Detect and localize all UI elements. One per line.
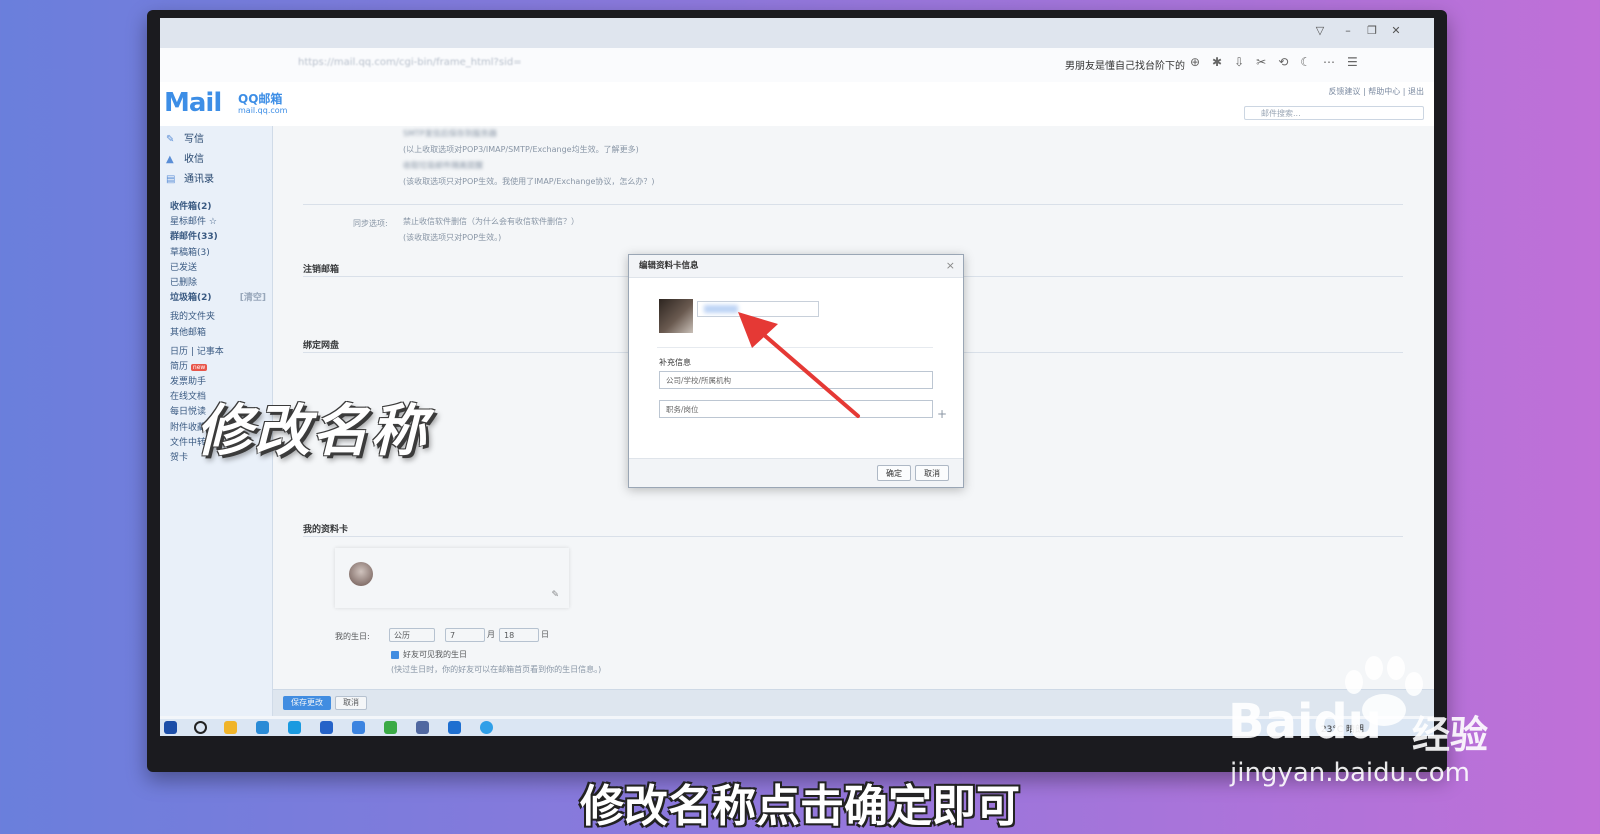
folder-icon[interactable] — [224, 721, 237, 734]
confirm-button[interactable]: 确定 — [877, 465, 911, 481]
minimize-icon[interactable]: – — [1340, 24, 1356, 38]
link-calendar[interactable]: 日历 | 记事本 — [170, 345, 270, 360]
sidebar-item-write[interactable]: ✎ 写信 — [166, 130, 266, 150]
search-hint[interactable]: 男朋友是懂自己找台阶下的 — [1065, 57, 1185, 72]
mail-search-input[interactable]: 邮件搜索... — [1244, 106, 1424, 120]
mail-header: Mail QQ邮箱 mail.qq.com 反馈建议 | 帮助中心 | 退出 邮… — [160, 82, 1434, 128]
browser-titlebar: ▽ – ❐ ✕ — [160, 18, 1434, 48]
dialog-cancel-button[interactable]: 取消 — [915, 465, 949, 481]
folder-other[interactable]: 其他邮箱 — [170, 326, 270, 341]
folder-starred[interactable]: 星标邮件 ☆ — [170, 215, 270, 230]
edge-icon[interactable] — [288, 721, 301, 734]
app-icon[interactable] — [448, 721, 461, 734]
folder-deleted[interactable]: 已删除 — [170, 276, 270, 291]
folder-drafts[interactable]: 草稿箱(3) — [170, 246, 270, 261]
pin-icon[interactable]: ▽ — [1312, 24, 1328, 38]
header-links[interactable]: 反馈建议 | 帮助中心 | 退出 — [1328, 86, 1424, 97]
inbox-icon: ▲ — [166, 154, 174, 165]
toolbar-icons[interactable]: ⊕✱⇩✂⟲☾⋯☰ — [1190, 55, 1370, 69]
sidebar-actions: ✎ 写信 ▲ 收信 ▤ 通讯录 — [166, 130, 266, 194]
dialog-footer: 确定 取消 — [629, 458, 963, 487]
watermark-url: jingyan.baidu.com — [1230, 758, 1470, 788]
contacts-icon: ▤ — [166, 174, 176, 185]
close-window-icon[interactable]: ✕ — [1388, 24, 1404, 38]
baidu-logo: Baidu — [1228, 694, 1382, 750]
mail-logo[interactable]: Mail — [164, 88, 222, 118]
extra-info-label: 补充信息 — [659, 358, 691, 367]
sidebar-item-receive[interactable]: ▲ 收信 — [166, 150, 266, 170]
logo-domain: mail.qq.com — [238, 106, 288, 115]
pen-icon: ✎ — [166, 134, 175, 145]
folder-group[interactable]: 群邮件(33) — [170, 230, 270, 245]
folder-spam[interactable]: 垃圾箱(2) [清空] — [170, 291, 270, 306]
dialog-header: 编辑资料卡信息 × — [629, 255, 963, 278]
app-icon[interactable] — [352, 721, 365, 734]
red-arrow-annotation — [738, 312, 860, 418]
dialog-avatar[interactable] — [659, 299, 693, 333]
address-bar[interactable]: https://mail.qq.com/cgi-bin/frame_html?s… — [160, 48, 1434, 83]
qq-icon[interactable] — [480, 721, 493, 734]
windows-start-icon[interactable] — [164, 721, 177, 734]
link-resume[interactable]: 简历 new — [170, 360, 270, 375]
app-icon[interactable] — [320, 721, 333, 734]
baidu-jingyan: 经验 — [1412, 713, 1489, 757]
search-icon[interactable] — [194, 721, 207, 734]
restore-icon[interactable]: ❐ — [1364, 24, 1380, 38]
folder-sent[interactable]: 已发送 — [170, 261, 270, 276]
folder-inbox[interactable]: 收件箱(2) — [170, 200, 270, 215]
folder-mine[interactable]: 我的文件夹 — [170, 310, 270, 325]
empty-spam-link[interactable]: [清空] — [240, 291, 266, 306]
close-icon[interactable]: × — [946, 255, 955, 277]
logo-text: QQ邮箱 — [238, 92, 283, 106]
url-text[interactable]: https://mail.qq.com/cgi-bin/frame_html?s… — [298, 57, 522, 68]
overlay-title: 修改名称 — [196, 399, 428, 464]
new-badge: new — [190, 363, 208, 371]
app-icon[interactable] — [256, 721, 269, 734]
app-icon[interactable] — [416, 721, 429, 734]
wechat-icon[interactable] — [384, 721, 397, 734]
dialog-title: 编辑资料卡信息 — [639, 261, 699, 271]
add-field-icon[interactable]: + — [937, 407, 947, 421]
sidebar-item-contacts[interactable]: ▤ 通讯录 — [166, 170, 266, 190]
